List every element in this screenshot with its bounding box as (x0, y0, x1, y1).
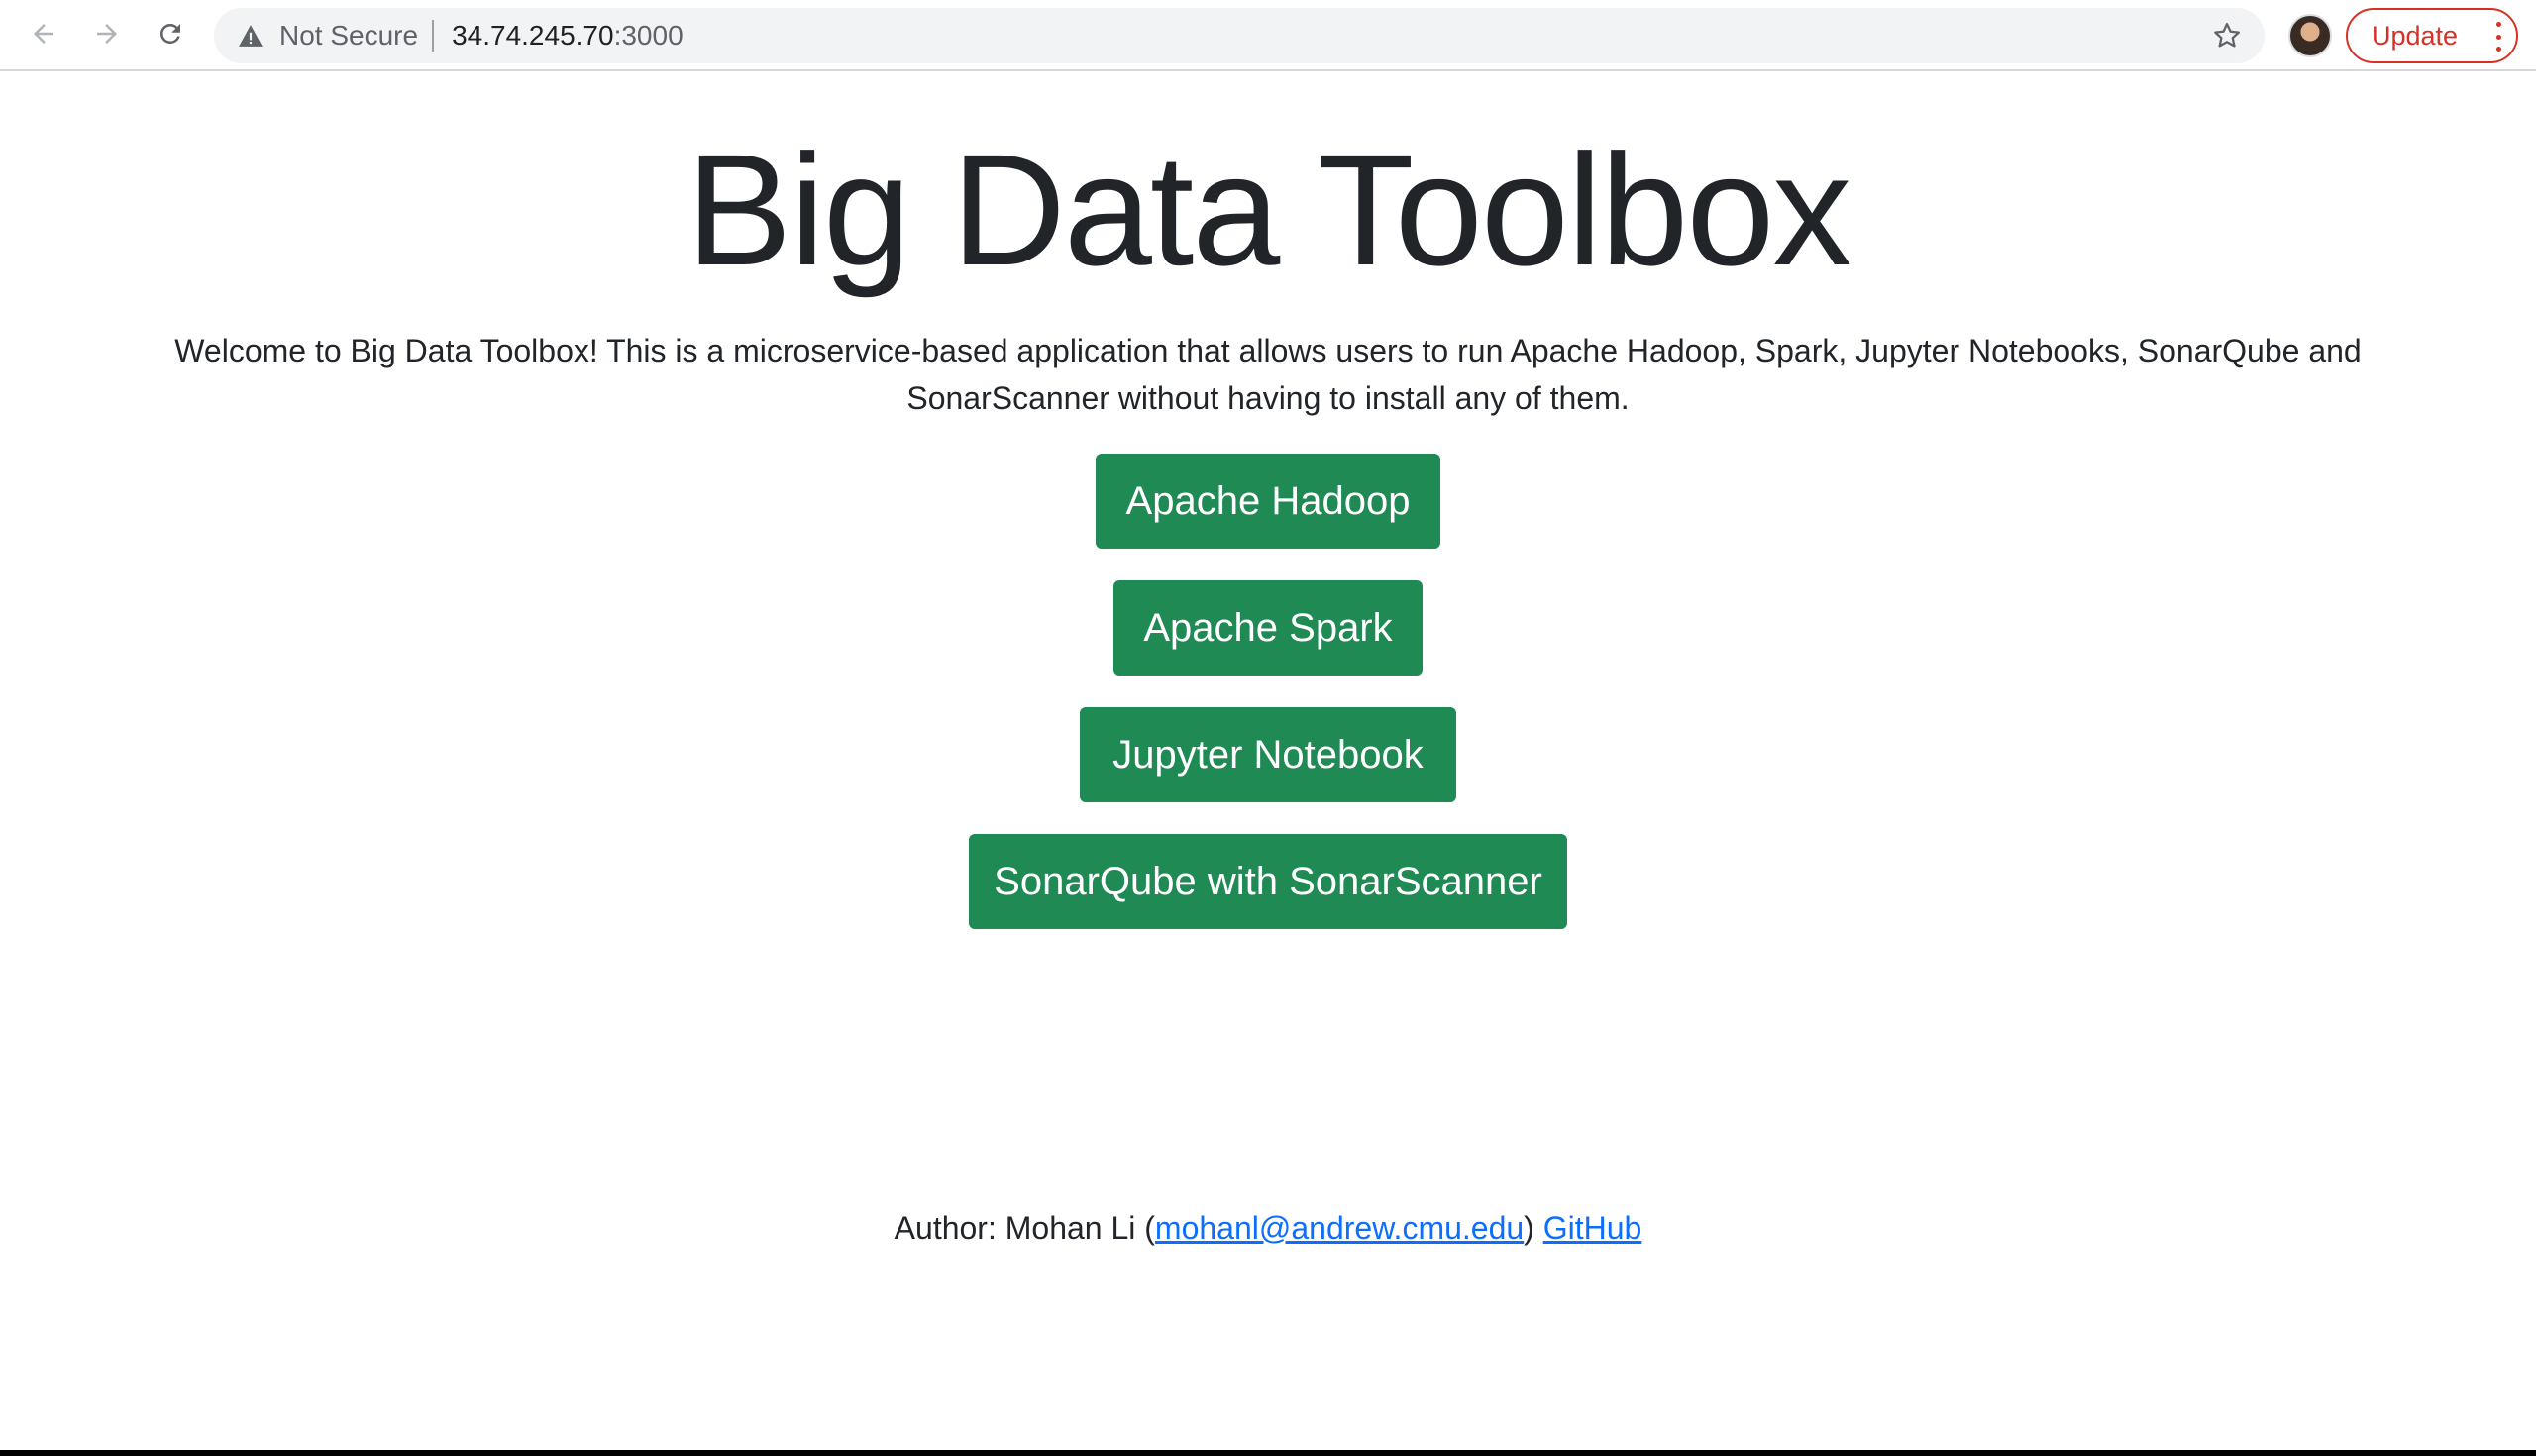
reload-button[interactable] (149, 12, 192, 55)
jupyter-notebook-button[interactable]: Jupyter Notebook (1080, 707, 1456, 802)
forward-button[interactable] (85, 12, 129, 55)
footer-separator: ) (1524, 1210, 1543, 1246)
apache-hadoop-button[interactable]: Apache Hadoop (1096, 454, 1440, 549)
github-link[interactable]: GitHub (1543, 1210, 1642, 1246)
browser-toolbar: Not Secure 34.74.245.70:3000 Update (0, 0, 2536, 71)
security-label: Not Secure (279, 20, 419, 51)
footer-author-text: Author: Mohan Li ( (894, 1210, 1155, 1246)
window-bottom-edge (0, 1450, 2536, 1456)
warning-icon (238, 24, 264, 48)
profile-avatar[interactable] (2288, 14, 2332, 57)
security-indicator[interactable]: Not Secure (238, 8, 418, 63)
sonarqube-button[interactable]: SonarQube with SonarScanner (969, 834, 1567, 929)
reload-icon (160, 24, 180, 44)
arrow-right-icon (97, 24, 117, 44)
kebab-icon (2494, 22, 2502, 52)
omnibox-divider (432, 20, 435, 52)
star-icon[interactable] (2211, 20, 2243, 52)
intro-text: Welcome to Big Data Toolbox! This is a m… (174, 333, 2362, 416)
page-title: Big Data Toolbox (686, 121, 1852, 298)
back-button[interactable] (22, 12, 65, 55)
footer: Author: Mohan Li (mohanl@andrew.cmu.edu)… (0, 1210, 2536, 1247)
arrow-left-icon (34, 24, 53, 44)
page-content: Big Data Toolbox Welcome to Big Data Too… (0, 71, 2536, 1456)
address-bar[interactable]: Not Secure 34.74.245.70:3000 (214, 8, 2265, 63)
url-host: 34.74.245.70 (452, 20, 614, 51)
update-label: Update (2372, 20, 2459, 51)
update-button[interactable]: Update (2346, 8, 2518, 63)
url-port: :3000 (613, 20, 684, 51)
author-email-link[interactable]: mohanl@andrew.cmu.edu (1155, 1210, 1524, 1246)
apache-spark-button[interactable]: Apache Spark (1113, 580, 1423, 676)
